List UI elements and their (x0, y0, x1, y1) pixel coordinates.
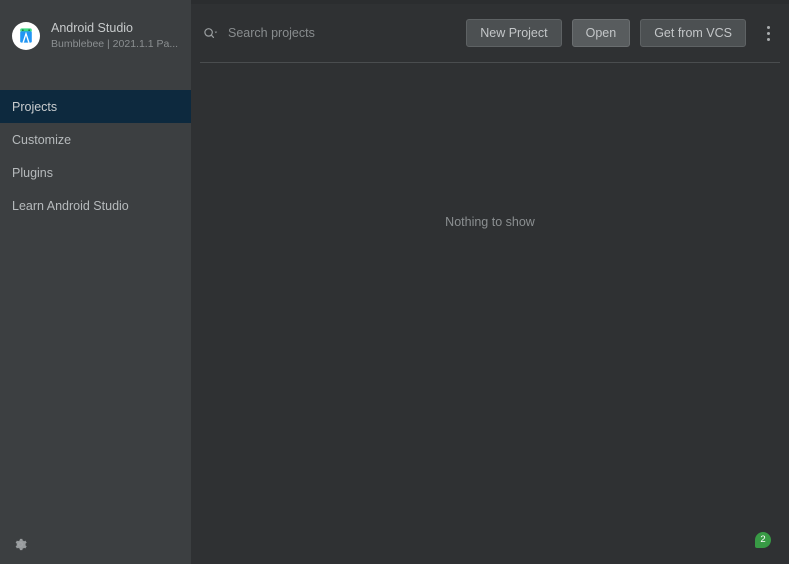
sidebar-item-label: Projects (12, 99, 58, 114)
search-projects-field[interactable] (200, 19, 467, 47)
android-studio-welcome-window: Android Studio Bumblebee | 2021.1.1 Pa..… (0, 0, 789, 564)
product-name: Android Studio (51, 21, 134, 35)
search-input[interactable] (228, 26, 467, 40)
android-studio-logo-icon (12, 22, 40, 50)
new-project-button[interactable]: New Project (466, 19, 562, 47)
kebab-dot (766, 31, 770, 35)
get-from-vcs-button[interactable]: Get from VCS (640, 19, 746, 47)
product-header: Android Studio Bumblebee | 2021.1.1 Pa..… (0, 4, 191, 68)
window-body: Android Studio Bumblebee | 2021.1.1 Pa..… (0, 4, 789, 564)
sidebar-nav-list: Projects Customize Plugins Learn Android… (0, 90, 191, 222)
sidebar: Android Studio Bumblebee | 2021.1.1 Pa..… (0, 4, 191, 564)
sidebar-item-projects[interactable]: Projects (0, 90, 191, 123)
kebab-dot (766, 25, 770, 29)
sidebar-item-label: Learn Android Studio (12, 198, 129, 213)
empty-state-message: Nothing to show (445, 215, 535, 229)
notification-count: 2 (760, 534, 766, 546)
main-panel: New Project Open Get from VCS Nothing to… (191, 4, 789, 564)
notification-badge[interactable]: 2 (755, 532, 771, 548)
main-toolbar: New Project Open Get from VCS (191, 4, 789, 62)
open-button[interactable]: Open (571, 19, 631, 47)
sidebar-item-label: Customize (12, 132, 72, 147)
product-version: Bumblebee | 2021.1.1 Pa... (51, 38, 179, 50)
search-icon[interactable] (203, 25, 221, 41)
projects-list-area: Nothing to show 2 (191, 63, 789, 564)
product-text-block: Android Studio Bumblebee | 2021.1.1 Pa..… (51, 20, 178, 52)
sidebar-item-label: Plugins (12, 165, 53, 180)
kebab-dot (766, 37, 770, 41)
gear-icon[interactable] (11, 535, 29, 553)
sidebar-item-learn-android-studio[interactable]: Learn Android Studio (0, 189, 191, 222)
sidebar-footer (0, 524, 191, 564)
kebab-menu-icon[interactable] (757, 19, 779, 47)
sidebar-item-customize[interactable]: Customize (0, 123, 191, 156)
toolbar-buttons: New Project Open Get from VCS (466, 19, 779, 47)
sidebar-item-plugins[interactable]: Plugins (0, 156, 191, 189)
